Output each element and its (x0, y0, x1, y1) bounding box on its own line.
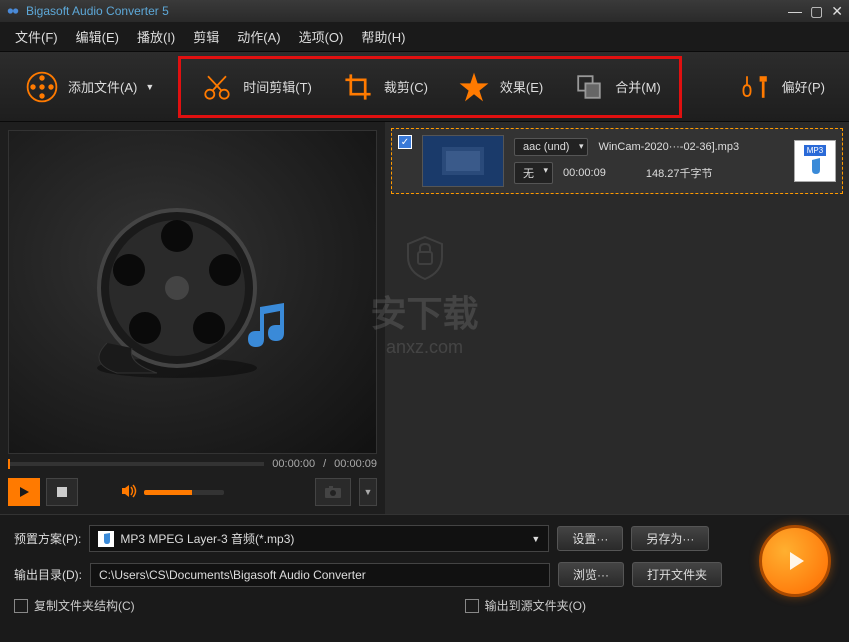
menu-file[interactable]: 文件(F) (15, 27, 58, 46)
browse-button[interactable]: 浏览··· (558, 562, 624, 587)
merge-label: 合并(M) (615, 77, 661, 96)
file-name: WinCam-2020···-02-36].mp3 (598, 141, 739, 153)
menubar: 文件(F) 编辑(E) 播放(I) 剪辑 动作(A) 选项(O) 帮助(H) (0, 22, 849, 52)
settings-button[interactable]: 设置··· (557, 526, 623, 551)
music-note-icon (240, 297, 296, 353)
file-item[interactable]: ✓ aac (und) WinCam-2020···-02-36].mp3 无 … (391, 128, 843, 194)
maximize-button[interactable]: ▢ (810, 4, 823, 18)
dropdown-icon: ▼ (145, 82, 154, 92)
output-src-label: 输出到源文件夹(O) (485, 597, 586, 614)
toolbar: 添加文件(A) ▼ 时间剪辑(T) 裁剪(C) 效果(E) 合并(M) (0, 52, 849, 122)
file-list: ✓ aac (und) WinCam-2020···-02-36].mp3 无 … (385, 122, 849, 514)
pref-label: 偏好(P) (782, 77, 825, 96)
preset-label: 预置方案(P): (14, 530, 81, 547)
copy-structure-label: 复制文件夹结构(C) (34, 597, 135, 614)
close-button[interactable]: ✕ (831, 4, 843, 18)
scissors-icon (199, 69, 235, 105)
main-area: 00:00:00 / 00:00:09 ▼ ✓ (0, 122, 849, 514)
timeline: 00:00:00 / 00:00:09 (8, 458, 377, 470)
window-controls: — ▢ ✕ (788, 4, 843, 18)
merge-button[interactable]: 合并(M) (557, 61, 675, 113)
output-path-field[interactable]: C:\Users\CS\Documents\Bigasoft Audio Con… (90, 563, 550, 587)
saveas-button[interactable]: 另存为··· (631, 526, 709, 551)
menu-action[interactable]: 动作(A) (237, 27, 280, 46)
play-button[interactable] (8, 478, 40, 506)
file-info: aac (und) WinCam-2020···-02-36].mp3 无 00… (514, 138, 784, 184)
codec-dropdown[interactable]: aac (und) (514, 138, 588, 156)
trim-label: 时间剪辑(T) (243, 77, 312, 96)
effect-button[interactable]: 效果(E) (442, 61, 557, 113)
menu-help[interactable]: 帮助(H) (361, 27, 405, 46)
timeline-slider[interactable] (8, 462, 264, 466)
time-total: 00:00:09 (334, 458, 377, 470)
trim-button[interactable]: 时间剪辑(T) (185, 61, 326, 113)
file-thumbnail (422, 135, 504, 187)
star-icon (456, 69, 492, 105)
convert-play-icon (780, 546, 810, 576)
playback-controls: ▼ (8, 478, 377, 506)
add-file-button[interactable]: 添加文件(A) ▼ (10, 61, 168, 113)
file-checkbox[interactable]: ✓ (398, 135, 412, 149)
preview-viewport[interactable] (8, 130, 377, 454)
volume-slider[interactable] (144, 490, 224, 495)
play-icon (17, 485, 31, 499)
minimize-button[interactable]: — (788, 4, 802, 18)
add-file-label: 添加文件(A) (68, 77, 137, 96)
menu-options[interactable]: 选项(O) (299, 27, 344, 46)
snapshot-button[interactable] (315, 478, 351, 506)
time-current: 00:00:00 (272, 458, 315, 470)
open-folder-button[interactable]: 打开文件夹 (632, 562, 722, 587)
chevron-down-icon: ▼ (364, 487, 373, 497)
mp3-small-icon (98, 531, 114, 547)
app-icon (6, 4, 20, 18)
subtitle-dropdown[interactable]: 无 (514, 162, 553, 184)
edit-tools-highlight: 时间剪辑(T) 裁剪(C) 效果(E) 合并(M) (178, 56, 682, 118)
bottom-panel: 预置方案(P): MP3 MPEG Layer-3 音频(*.mp3) ▼ 设置… (0, 514, 849, 624)
preferences-button[interactable]: 偏好(P) (724, 61, 839, 113)
camera-icon (324, 485, 342, 499)
convert-button[interactable] (759, 525, 831, 597)
output-src-checkbox[interactable] (465, 599, 479, 613)
mp3-badge: MP3 (804, 145, 826, 156)
menu-play[interactable]: 播放(I) (137, 27, 175, 46)
app-title: Bigasoft Audio Converter 5 (26, 4, 788, 18)
note-icon (804, 156, 826, 178)
effect-label: 效果(E) (500, 77, 543, 96)
stop-button[interactable] (46, 478, 78, 506)
snapshot-dropdown[interactable]: ▼ (359, 478, 377, 506)
stop-icon (56, 486, 68, 498)
tools-icon (738, 69, 774, 105)
preview-reel-icon (77, 188, 277, 388)
preview-panel: 00:00:00 / 00:00:09 ▼ (0, 122, 385, 514)
file-size: 148.27千字节 (646, 165, 713, 181)
crop-button[interactable]: 裁剪(C) (326, 61, 442, 113)
output-label: 输出目录(D): (14, 566, 82, 583)
titlebar: Bigasoft Audio Converter 5 — ▢ ✕ (0, 0, 849, 22)
volume-icon (120, 483, 138, 502)
format-icon: MP3 (794, 140, 836, 182)
copy-structure-checkbox[interactable] (14, 599, 28, 613)
merge-icon (571, 69, 607, 105)
chevron-down-icon: ▼ (531, 534, 540, 544)
menu-edit[interactable]: 编辑(E) (76, 27, 119, 46)
file-duration: 00:00:09 (563, 167, 606, 179)
crop-label: 裁剪(C) (384, 77, 428, 96)
menu-trim[interactable]: 剪辑 (193, 27, 219, 46)
film-reel-icon (24, 69, 60, 105)
preset-dropdown[interactable]: MP3 MPEG Layer-3 音频(*.mp3) ▼ (89, 525, 549, 552)
crop-icon (340, 69, 376, 105)
